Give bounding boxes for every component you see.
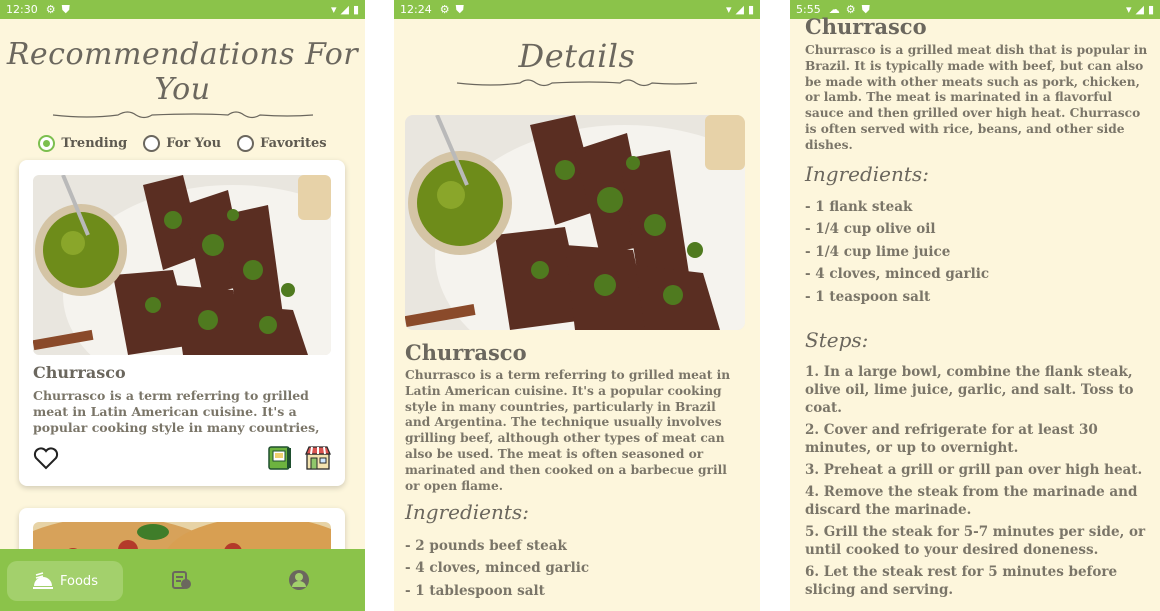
battery-icon: ▮ <box>352 3 359 16</box>
step-item: 6. Let the steak rest for 5 minutes befo… <box>805 564 1118 598</box>
settings-status-icon: ⚙ <box>439 3 450 16</box>
shield-status-icon: ⛊ <box>455 3 464 16</box>
step-item: 3. Preheat a grill or grill pan over hig… <box>805 462 1143 478</box>
list-item: - 2 pounds beef steak <box>405 538 567 554</box>
list-item: - 1 flank steak <box>805 199 913 215</box>
bottom-navigation: Foods <box>0 549 365 611</box>
status-time: 12:24 <box>400 3 432 16</box>
list-item: - 1/4 cup lime juice <box>805 243 951 260</box>
nav-foods-label: Foods <box>60 573 98 589</box>
recipe-list-icon[interactable] <box>170 569 192 591</box>
radio-trending[interactable]: Trending <box>38 135 127 152</box>
ingredients-list: - 2 pounds beef steak - 4 cloves, minced… <box>405 535 589 602</box>
churrasco-image <box>33 175 331 355</box>
step-item: 1. In a large bowl, combine the flank st… <box>805 364 1134 416</box>
ingredients-heading: Ingredients: <box>805 162 929 186</box>
dish-description: Churrasco is a term referring to grilled… <box>405 368 731 493</box>
profile-icon[interactable] <box>288 569 310 591</box>
steps-heading: Steps: <box>805 328 869 352</box>
status-bar: 12:24 ⚙ ⛊ ▾ ◢ ▮ <box>394 0 760 19</box>
radio-label: Favorites <box>260 136 327 151</box>
dish-description: Churrasco is a grilled meat dish that is… <box>805 43 1148 152</box>
flourish-divider <box>456 79 698 87</box>
battery-icon: ▮ <box>747 3 754 16</box>
dish-title: Churrasco <box>405 340 527 365</box>
ingredients-list: - 1 flank steak - 1/4 cup olive oil - 1/… <box>805 196 989 308</box>
page-title: Details <box>518 37 636 75</box>
list-item: - 4 cloves, minced garlic <box>805 266 990 283</box>
radio-favorites[interactable]: Favorites <box>237 135 327 152</box>
step-item: 4. Remove the steak from the marinade an… <box>805 484 1138 518</box>
status-bar: 12:30 ⚙ ⛊ ▾ ◢ ▮ <box>0 0 365 19</box>
radio-selected-icon <box>38 135 56 152</box>
settings-status-icon: ⚙ <box>45 3 56 16</box>
dish-title: Churrasco <box>805 14 927 39</box>
wifi-icon: ▾ <box>1125 3 1132 16</box>
list-item: - 1/4 cup olive oil <box>805 221 936 238</box>
signal-icon: ◢ <box>340 3 349 16</box>
radio-unselected-icon <box>237 135 255 152</box>
radio-label: For You <box>166 136 222 151</box>
recipe-book-icon[interactable] <box>267 445 293 471</box>
heart-icon[interactable] <box>33 446 59 470</box>
recipe-card[interactable]: Churrasco Churrasco is a term referring … <box>19 160 345 486</box>
list-item: - 4 cloves, minced garlic <box>405 560 590 577</box>
recommendations-screen: 12:30 ⚙ ⛊ ▾ ◢ ▮ Recommendations For You … <box>0 0 365 611</box>
signal-icon: ◢ <box>1135 3 1144 16</box>
radio-unselected-icon <box>143 135 161 152</box>
radio-for-you[interactable]: For You <box>143 135 221 152</box>
wifi-icon: ▾ <box>330 3 337 16</box>
details-scrolled-screen: 5:55 ☁ ⚙ ⛊ ▾ ◢ ▮ Churrasco Churrasco is … <box>790 0 1160 611</box>
radio-label: Trending <box>61 136 128 151</box>
churrasco-image <box>405 115 745 330</box>
step-item: 2. Cover and refrigerate for at least 30… <box>805 422 1098 456</box>
card-title: Churrasco <box>33 363 126 382</box>
step-item: 5. Grill the steak for 5-7 minutes per s… <box>805 524 1146 558</box>
food-tray-icon <box>33 572 54 589</box>
filter-radio-group: Trending For You Favorites <box>0 135 365 152</box>
ingredients-heading: Ingredients: <box>405 500 529 524</box>
signal-icon: ◢ <box>735 3 744 16</box>
list-item: - 1 tablespoon salt <box>405 582 545 599</box>
wifi-icon: ▾ <box>725 3 732 16</box>
status-time: 12:30 <box>6 3 38 16</box>
page-title: Recommendations For You <box>6 37 359 107</box>
shield-status-icon: ⛊ <box>61 3 70 16</box>
card-description: Churrasco is a term referring to grilled… <box>33 388 320 435</box>
battery-icon: ▮ <box>1147 3 1154 16</box>
details-screen: 12:24 ⚙ ⛊ ▾ ◢ ▮ Details Churrasco Churra… <box>394 0 760 611</box>
list-item: - 1 teaspoon salt <box>805 288 931 305</box>
nav-foods[interactable]: Foods <box>7 561 123 601</box>
flourish-divider <box>52 111 313 119</box>
steps-list: 1. In a large bowl, combine the flank st… <box>805 363 1150 603</box>
restaurant-icon[interactable] <box>304 445 332 471</box>
